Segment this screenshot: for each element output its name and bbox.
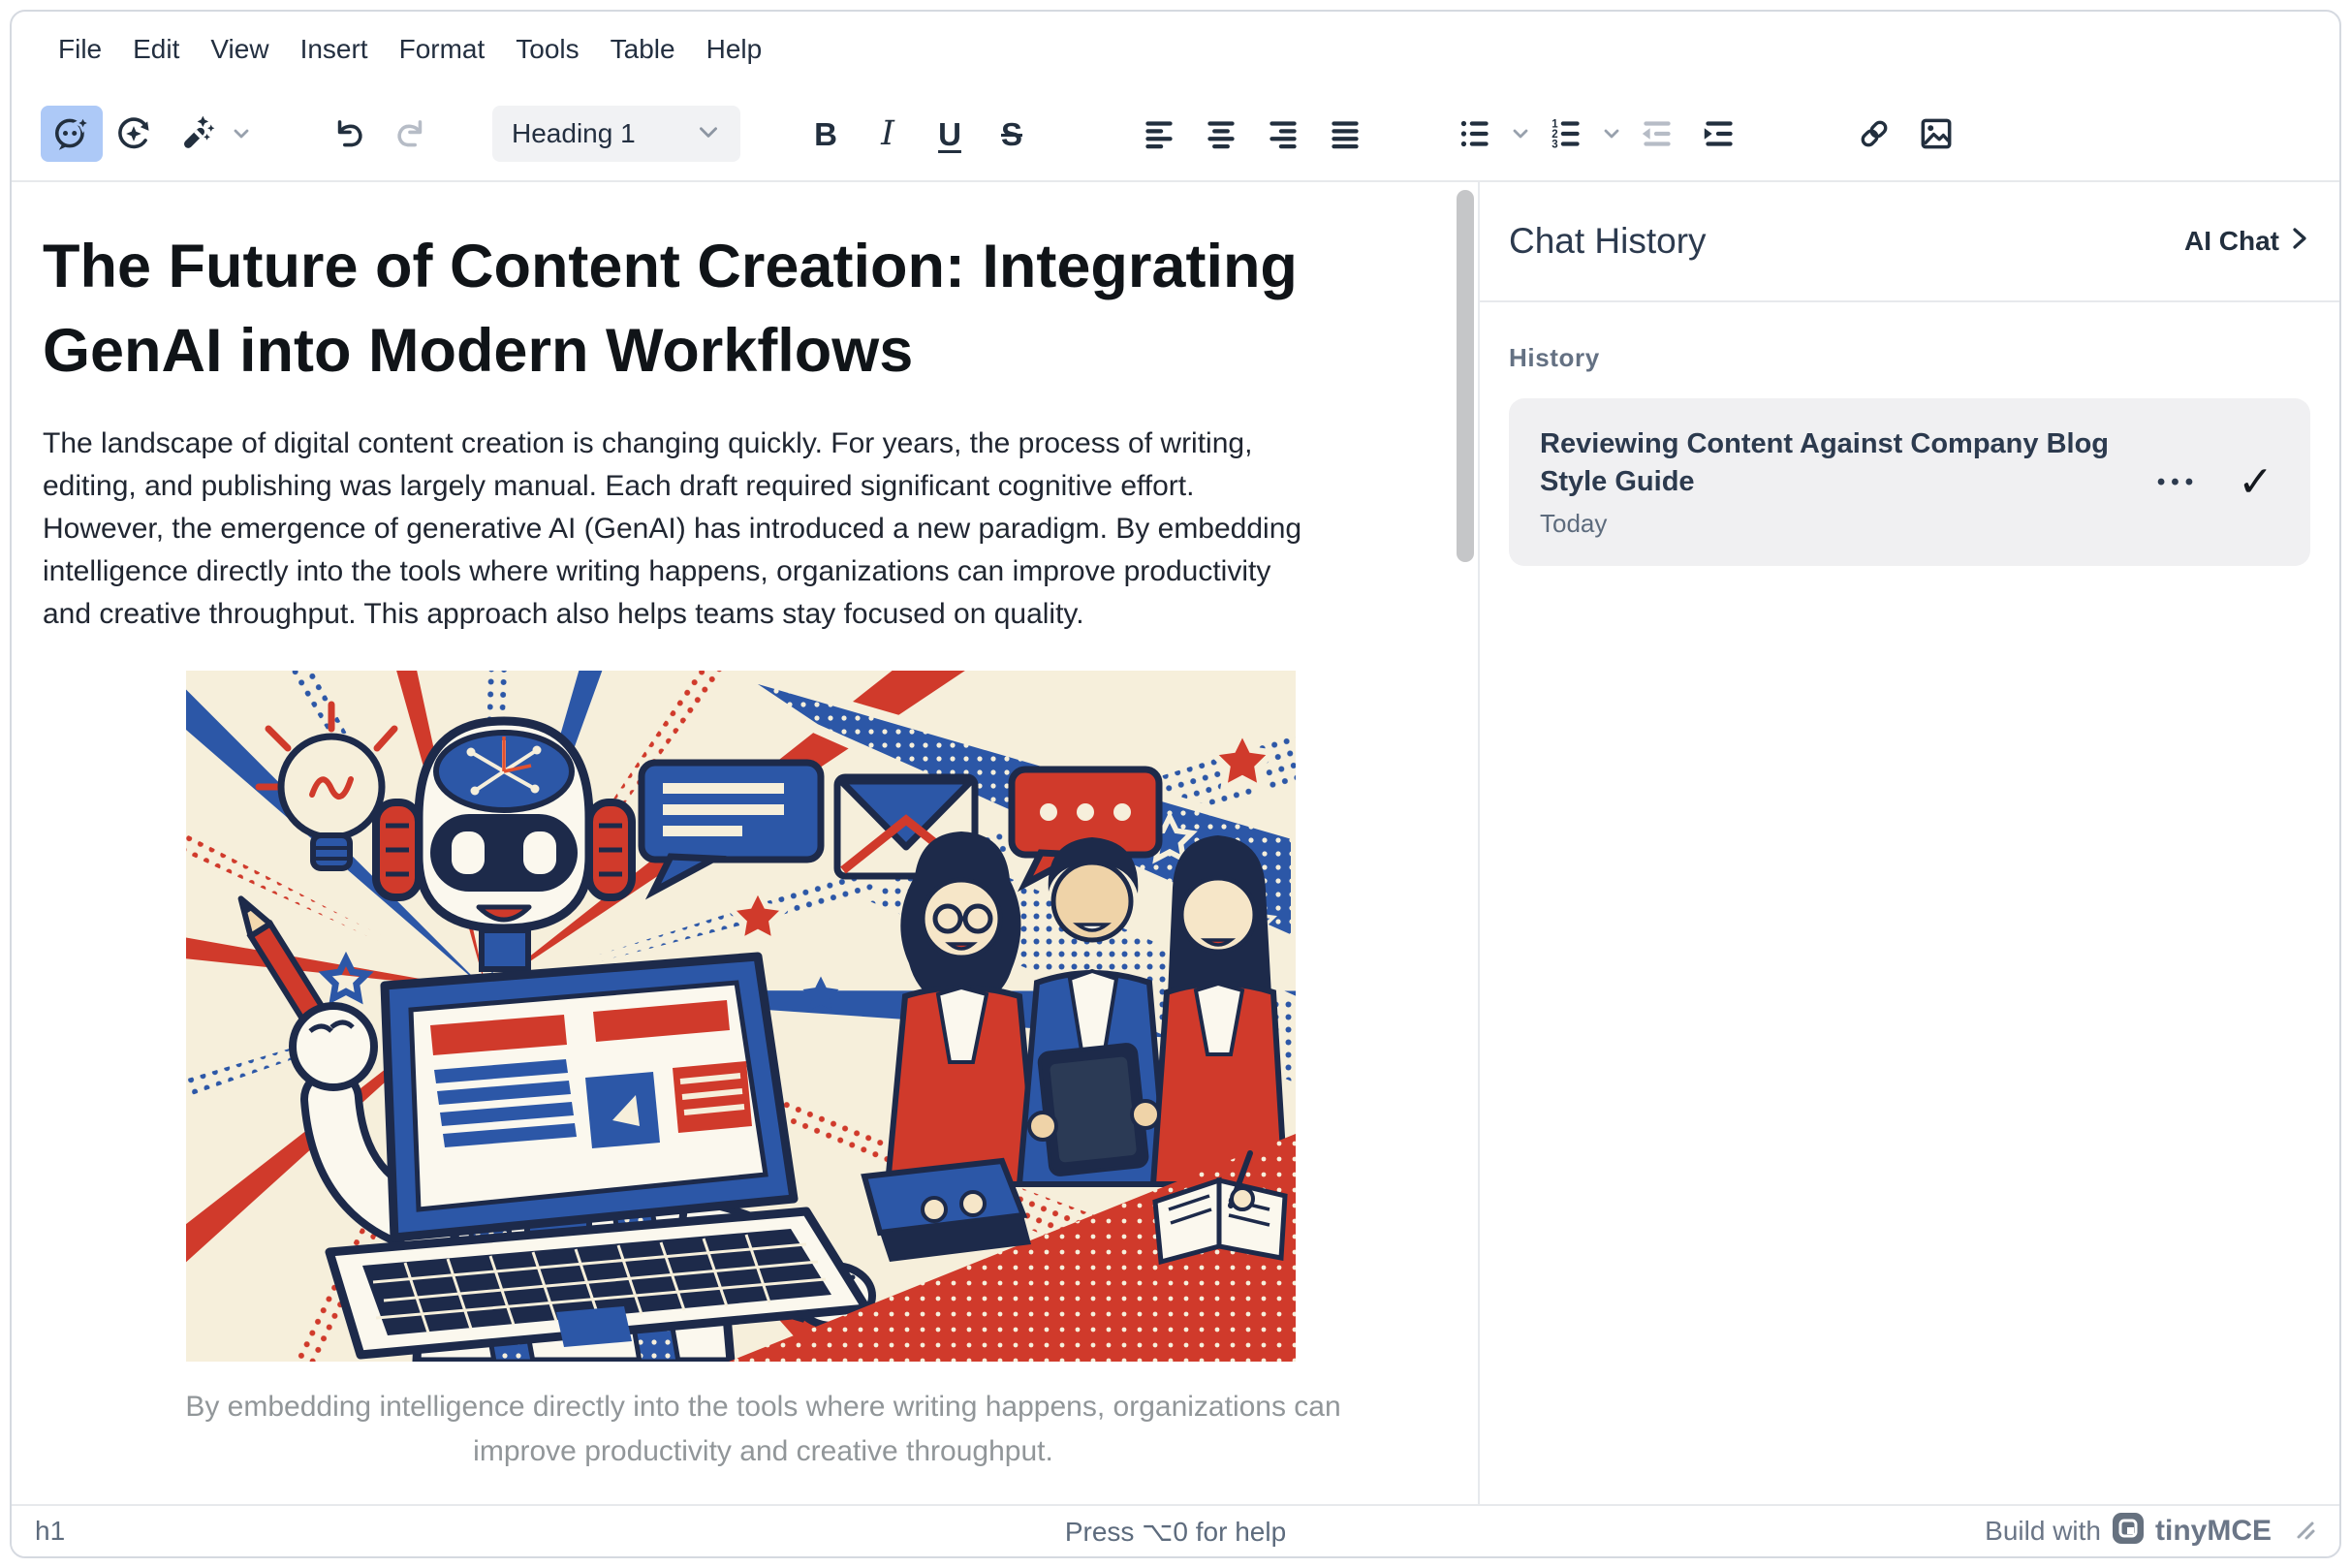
scrollbar-thumb[interactable]: [1457, 190, 1474, 562]
ai-shortcuts-icon: [113, 113, 154, 154]
outdent-button[interactable]: [1626, 106, 1688, 162]
bullet-list-icon: [1455, 113, 1495, 154]
document-paragraph[interactable]: The landscape of digital content creatio…: [43, 423, 1453, 636]
menu-table[interactable]: Table: [595, 24, 691, 75]
svg-text:3: 3: [1552, 140, 1557, 151]
sidebar-header-divider: [1480, 300, 2339, 302]
menu-help[interactable]: Help: [691, 24, 778, 75]
branding-prefix: Build with: [1985, 1516, 2101, 1547]
image-caption[interactable]: By embedding intelligence directly into …: [43, 1385, 1453, 1474]
genai-poster-graphic: [186, 671, 1296, 1362]
link-icon: [1854, 113, 1895, 154]
history-section-label: History: [1509, 343, 2310, 373]
history-item-title: Reviewing Content Against Company Blog S…: [1540, 425, 2141, 501]
chat-history-sidebar: Chat History AI Chat History Reviewing C…: [1480, 182, 2339, 1504]
ai-chat-icon: [51, 113, 92, 154]
menu-tools[interactable]: Tools: [500, 24, 594, 75]
align-left-button[interactable]: [1128, 106, 1190, 162]
document-heading[interactable]: The Future of Content Creation: Integrat…: [43, 225, 1453, 393]
document-illustration[interactable]: [186, 671, 1296, 1362]
menu-insert[interactable]: Insert: [285, 24, 384, 75]
align-right-icon: [1263, 113, 1303, 154]
history-item-date: Today: [1540, 509, 2157, 539]
numbered-list-icon: 1 2 3: [1546, 113, 1586, 154]
underline-icon: U: [938, 118, 961, 150]
align-left-icon: [1139, 113, 1179, 154]
chevron-right-icon: [2289, 224, 2310, 260]
branding-name: tinyMCE: [2155, 1515, 2272, 1548]
indent-button[interactable]: [1688, 106, 1750, 162]
format-select[interactable]: Heading 1: [492, 106, 740, 162]
align-right-button[interactable]: [1252, 106, 1314, 162]
redo-icon: [391, 113, 431, 154]
tinymce-logo-icon: [2113, 1513, 2144, 1551]
italic-icon: I: [881, 117, 894, 151]
history-item-check-icon: ✓: [2238, 461, 2273, 504]
resize-grip-icon[interactable]: [2291, 1516, 2316, 1548]
sidebar-title: Chat History: [1509, 221, 1707, 262]
main-region: The Future of Content Creation: Integrat…: [12, 182, 2339, 1504]
history-item[interactable]: Reviewing Content Against Company Blog S…: [1509, 398, 2310, 566]
justify-icon: [1325, 113, 1365, 154]
select-chevron-icon: [696, 119, 721, 149]
menu-bar: File Edit View Insert Format Tools Table…: [12, 12, 2339, 87]
undo-button[interactable]: [318, 106, 380, 162]
bullet-list-button[interactable]: [1444, 106, 1506, 162]
status-bar: h1 Press ⌥0 for help Build with tinyMCE: [12, 1504, 2339, 1556]
align-center-button[interactable]: [1190, 106, 1252, 162]
ai-shortcuts-button[interactable]: [103, 106, 165, 162]
help-shortcut-text: Press ⌥0 for help: [1065, 1516, 1286, 1548]
editor-content-area[interactable]: The Future of Content Creation: Integrat…: [12, 182, 1453, 1504]
editor-scrollbar: [1453, 182, 1478, 1504]
link-button[interactable]: [1843, 106, 1905, 162]
insert-image-button[interactable]: [1905, 106, 1967, 162]
outdent-icon: [1637, 113, 1677, 154]
numbered-list-chevron-icon[interactable]: [1597, 106, 1626, 162]
format-select-value: Heading 1: [512, 118, 636, 149]
menu-file[interactable]: File: [43, 24, 117, 75]
ai-wand-icon: [175, 113, 216, 154]
bold-button[interactable]: B: [795, 106, 857, 162]
sidebar-header: Chat History AI Chat: [1480, 182, 2339, 300]
bullet-list-chevron-icon[interactable]: [1506, 106, 1535, 162]
ai-wand-chevron-icon[interactable]: [227, 106, 256, 162]
justify-button[interactable]: [1314, 106, 1376, 162]
menu-format[interactable]: Format: [384, 24, 501, 75]
menu-view[interactable]: View: [195, 24, 284, 75]
underline-button[interactable]: U: [919, 106, 981, 162]
indent-icon: [1699, 113, 1740, 154]
numbered-list-button[interactable]: 1 2 3: [1535, 106, 1597, 162]
image-icon: [1916, 113, 1957, 154]
ai-chat-link[interactable]: AI Chat: [2184, 224, 2310, 260]
element-path[interactable]: h1: [35, 1516, 65, 1547]
strikethrough-button[interactable]: S: [981, 106, 1043, 162]
italic-button[interactable]: I: [857, 106, 919, 162]
ai-chat-button[interactable]: [41, 106, 103, 162]
strikethrough-icon: S: [1001, 118, 1022, 150]
undo-icon: [329, 113, 369, 154]
editor-window: File Edit View Insert Format Tools Table…: [10, 10, 2341, 1558]
ai-wand-button[interactable]: [165, 106, 227, 162]
history-item-menu-icon[interactable]: •••: [2157, 469, 2199, 496]
bold-icon: B: [814, 118, 837, 150]
align-center-icon: [1201, 113, 1241, 154]
redo-button[interactable]: [380, 106, 442, 162]
toolbar: Heading 1 B I U S: [12, 87, 2339, 182]
menu-edit[interactable]: Edit: [117, 24, 195, 75]
